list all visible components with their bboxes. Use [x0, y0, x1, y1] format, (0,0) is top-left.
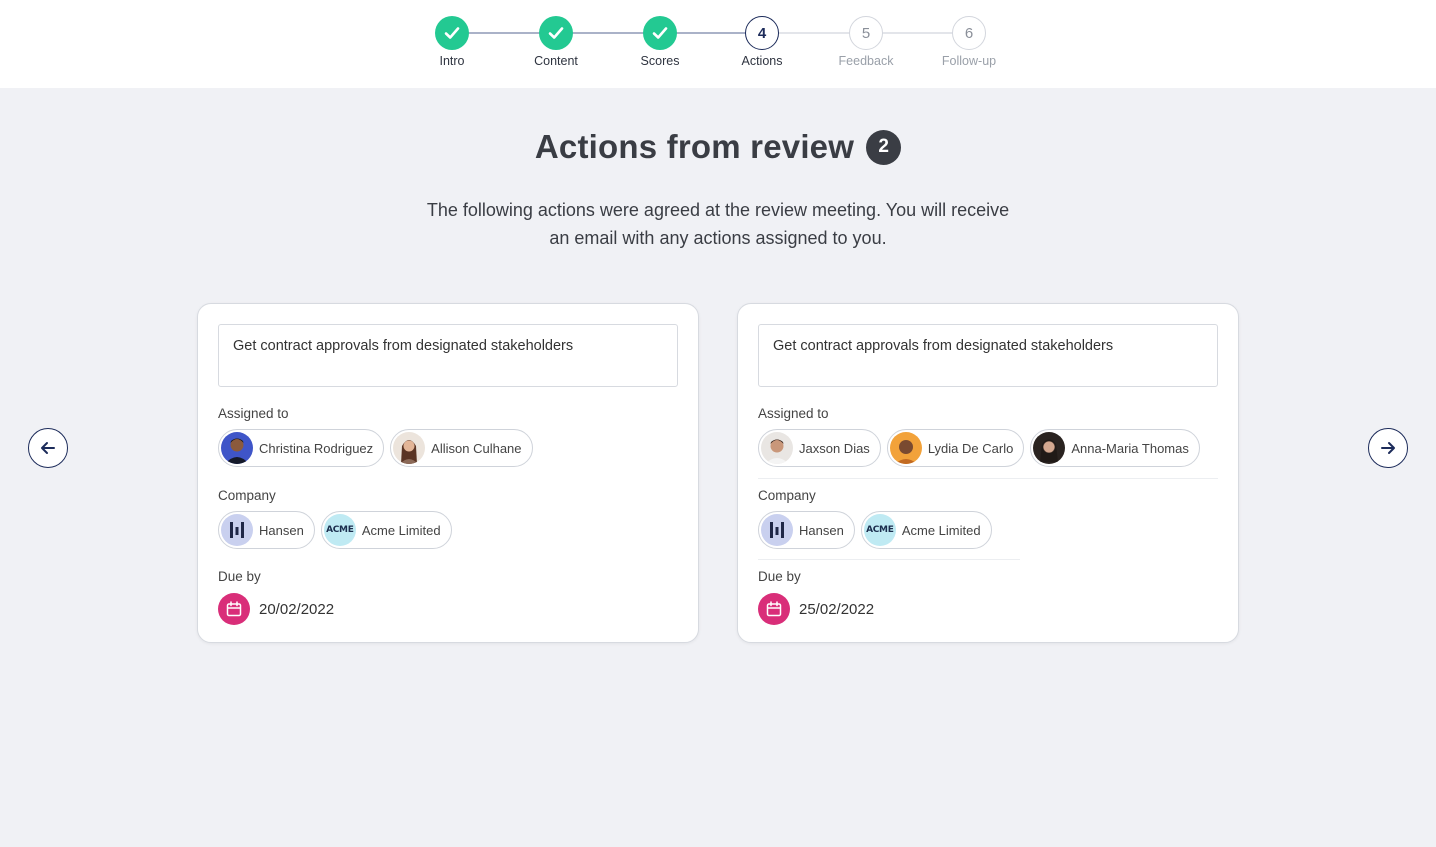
check-icon: [444, 27, 460, 39]
company-label: Company: [758, 488, 816, 503]
divider: [758, 559, 1020, 560]
due-date-value: 25/02/2022: [799, 600, 875, 618]
step-scores[interactable]: Scores: [610, 16, 710, 68]
previous-button[interactable]: [28, 428, 68, 468]
step-label: Content: [534, 54, 578, 68]
arrow-left-icon: [41, 442, 55, 454]
page-title: Actions from review: [534, 128, 855, 165]
step-follow-up[interactable]: 6 Follow-up: [919, 16, 1019, 68]
assignee-name: Lydia De Carlo: [927, 440, 1014, 456]
assignee-chip[interactable]: Anna-Maria Thomas: [1030, 429, 1200, 467]
acme-logo: ACME: [323, 514, 356, 546]
company-list: Hansen ACME Acme Limited: [758, 511, 992, 549]
step-label: Actions: [741, 54, 783, 68]
assignee-list: Jaxson Dias Lydia De Carlo Anna-Maria Th…: [758, 429, 1200, 467]
avatar: [889, 432, 922, 464]
calendar-icon: [218, 593, 250, 625]
assigned-to-label: Assigned to: [758, 406, 829, 421]
divider: [758, 478, 1218, 479]
step-actions[interactable]: 4 Actions: [712, 16, 812, 68]
assignee-list: Christina Rodriguez Allison Culhane: [218, 429, 533, 467]
due-date-value: 20/02/2022: [259, 600, 335, 618]
company-chip[interactable]: ACME Acme Limited: [860, 511, 992, 549]
action-card: Get contract approvals from designated s…: [737, 303, 1239, 643]
step-number: 4: [745, 16, 779, 50]
step-label: Scores: [640, 54, 680, 68]
step-label: Feedback: [838, 54, 894, 68]
arrow-right-icon: [1381, 442, 1395, 454]
due-by-label: Due by: [218, 569, 261, 584]
step-feedback[interactable]: 5 Feedback: [816, 16, 916, 68]
avatar: [1033, 432, 1066, 464]
due-date-field[interactable]: 25/02/2022: [758, 593, 874, 625]
assignee-name: Jaxson Dias: [799, 440, 870, 456]
due-by-label: Due by: [758, 569, 801, 584]
check-icon: [652, 27, 668, 39]
step-complete-indicator: [539, 16, 573, 50]
company-chip[interactable]: Hansen: [758, 511, 855, 549]
step-number: 6: [952, 16, 986, 50]
next-button[interactable]: [1368, 428, 1408, 468]
company-name: Acme Limited: [901, 522, 981, 538]
acme-logo: ACME: [863, 514, 896, 546]
avatar: [393, 432, 426, 464]
progress-header: Intro Content Scores 4 Actions 5 Feedbac…: [0, 0, 1436, 88]
assignee-name: Christina Rodriguez: [259, 440, 374, 456]
assignee-name: Anna-Maria Thomas: [1071, 440, 1189, 456]
step-number: 5: [849, 16, 883, 50]
stepper: Intro Content Scores 4 Actions 5 Feedbac…: [0, 0, 1436, 88]
step-complete-indicator: [435, 16, 469, 50]
assignee-chip[interactable]: Allison Culhane: [390, 429, 533, 467]
due-date-field[interactable]: 20/02/2022: [218, 593, 334, 625]
step-label: Follow-up: [941, 54, 997, 68]
company-chip[interactable]: ACME Acme Limited: [320, 511, 452, 549]
hansen-logo: [221, 514, 253, 546]
step-label: Intro: [439, 54, 465, 68]
description-line: The following actions were agreed at the…: [426, 200, 1010, 220]
action-count-badge: 2: [866, 129, 902, 165]
company-list: Hansen ACME Acme Limited: [218, 511, 452, 549]
page-description: The following actions were agreed at the…: [393, 196, 1043, 252]
company-name: Acme Limited: [361, 522, 441, 538]
action-description[interactable]: Get contract approvals from designated s…: [218, 324, 678, 387]
assignee-chip[interactable]: Jaxson Dias: [758, 429, 881, 467]
step-content[interactable]: Content: [506, 16, 606, 68]
company-chip[interactable]: Hansen: [218, 511, 315, 549]
assigned-to-label: Assigned to: [218, 406, 289, 421]
company-name: Hansen: [799, 522, 844, 538]
step-complete-indicator: [643, 16, 677, 50]
company-name: Hansen: [259, 522, 304, 538]
avatar: [761, 432, 793, 464]
step-intro[interactable]: Intro: [402, 16, 502, 68]
assignee-name: Allison Culhane: [431, 440, 522, 456]
page-heading: Actions from review 2: [0, 128, 1436, 166]
assignee-chip[interactable]: Lydia De Carlo: [886, 429, 1025, 467]
action-card: Get contract approvals from designated s…: [197, 303, 699, 643]
avatar: [221, 432, 253, 464]
calendar-icon: [758, 593, 790, 625]
hansen-logo: [761, 514, 793, 546]
action-description[interactable]: Get contract approvals from designated s…: [758, 324, 1218, 387]
check-icon: [548, 27, 564, 39]
description-line: an email with any actions assigned to yo…: [549, 228, 887, 248]
assignee-chip[interactable]: Christina Rodriguez: [218, 429, 385, 467]
company-label: Company: [218, 488, 276, 503]
